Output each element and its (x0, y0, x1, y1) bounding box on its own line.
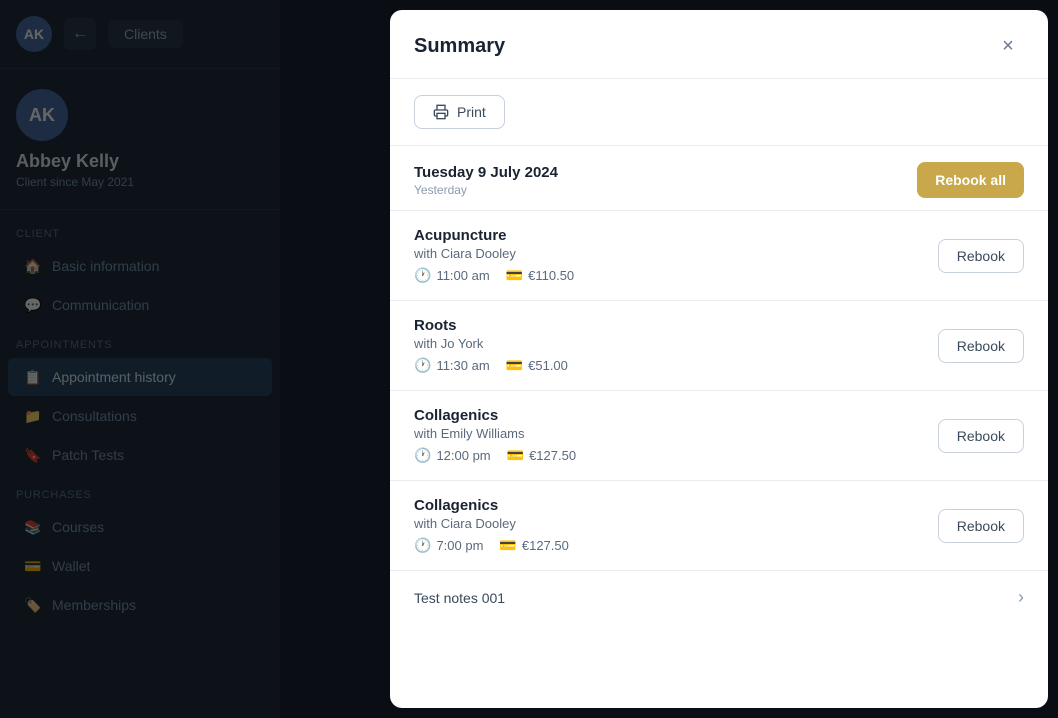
clock-icon: 🕐 (414, 537, 431, 554)
date-sub: Yesterday (414, 183, 558, 197)
appointment-with: with Emily Williams (414, 426, 576, 441)
print-button[interactable]: Print (414, 95, 505, 129)
appointment-card: Roots with Jo York 🕐 11:30 am 💳 €51.00 R… (390, 301, 1048, 391)
time-detail: 🕐 12:00 pm (414, 447, 491, 464)
date-main: Tuesday 9 July 2024 (414, 164, 558, 181)
print-label: Print (457, 104, 486, 120)
appointment-info: Acupuncture with Ciara Dooley 🕐 11:00 am… (414, 227, 574, 284)
rebook-button[interactable]: Rebook (938, 239, 1024, 273)
appointment-with: with Ciara Dooley (414, 246, 574, 261)
price-value: €110.50 (528, 268, 574, 283)
date-info: Tuesday 9 July 2024 Yesterday (414, 164, 558, 197)
close-button[interactable]: × (992, 30, 1024, 62)
appointment-name: Roots (414, 317, 568, 334)
time-value: 7:00 pm (436, 538, 483, 553)
appointment-card: Collagenics with Ciara Dooley 🕐 7:00 pm … (390, 481, 1048, 571)
appointment-info: Roots with Jo York 🕐 11:30 am 💳 €51.00 (414, 317, 568, 374)
printer-icon (433, 104, 449, 120)
rebook-button[interactable]: Rebook (938, 509, 1024, 543)
notes-text: Test notes 001 (414, 590, 505, 606)
price-icon: 💳 (499, 537, 516, 554)
price-detail: 💳 €51.00 (506, 357, 568, 374)
appointment-details: 🕐 11:00 am 💳 €110.50 (414, 267, 574, 284)
chevron-right-icon: › (1018, 587, 1024, 608)
price-value: €127.50 (522, 538, 569, 553)
price-icon: 💳 (506, 357, 523, 374)
modal-header: Summary × (390, 10, 1048, 79)
price-icon: 💳 (507, 447, 524, 464)
time-value: 12:00 pm (436, 448, 490, 463)
modal-title: Summary (414, 35, 505, 58)
date-section: Tuesday 9 July 2024 Yesterday Rebook all (390, 146, 1048, 211)
clock-icon: 🕐 (414, 357, 431, 374)
price-value: €51.00 (528, 358, 568, 373)
appointment-name: Collagenics (414, 407, 576, 424)
appointment-card: Acupuncture with Ciara Dooley 🕐 11:00 am… (390, 211, 1048, 301)
appointment-details: 🕐 12:00 pm 💳 €127.50 (414, 447, 576, 464)
notes-row[interactable]: Test notes 001 › (390, 571, 1048, 624)
modal-toolbar: Print (390, 79, 1048, 146)
appointment-name: Collagenics (414, 497, 569, 514)
time-value: 11:00 am (436, 268, 489, 283)
appointment-details: 🕐 11:30 am 💳 €51.00 (414, 357, 568, 374)
price-icon: 💳 (506, 267, 523, 284)
time-detail: 🕐 11:00 am (414, 267, 490, 284)
rebook-button[interactable]: Rebook (938, 329, 1024, 363)
appointment-info: Collagenics with Ciara Dooley 🕐 7:00 pm … (414, 497, 569, 554)
price-detail: 💳 €127.50 (499, 537, 568, 554)
rebook-all-button[interactable]: Rebook all (917, 162, 1024, 198)
appointment-card: Collagenics with Emily Williams 🕐 12:00 … (390, 391, 1048, 481)
appointment-details: 🕐 7:00 pm 💳 €127.50 (414, 537, 569, 554)
time-detail: 🕐 11:30 am (414, 357, 490, 374)
close-icon: × (1002, 35, 1014, 58)
modal-body: Tuesday 9 July 2024 Yesterday Rebook all… (390, 146, 1048, 708)
rebook-button[interactable]: Rebook (938, 419, 1024, 453)
appointment-with: with Jo York (414, 336, 568, 351)
appointment-info: Collagenics with Emily Williams 🕐 12:00 … (414, 407, 576, 464)
clock-icon: 🕐 (414, 267, 431, 284)
appointment-name: Acupuncture (414, 227, 574, 244)
appointment-with: with Ciara Dooley (414, 516, 569, 531)
price-detail: 💳 €110.50 (506, 267, 574, 284)
price-value: €127.50 (529, 448, 576, 463)
summary-modal: Summary × Print Tuesday 9 July 2024 Yest… (390, 10, 1048, 708)
time-value: 11:30 am (436, 358, 489, 373)
price-detail: 💳 €127.50 (507, 447, 576, 464)
clock-icon: 🕐 (414, 447, 431, 464)
time-detail: 🕐 7:00 pm (414, 537, 483, 554)
